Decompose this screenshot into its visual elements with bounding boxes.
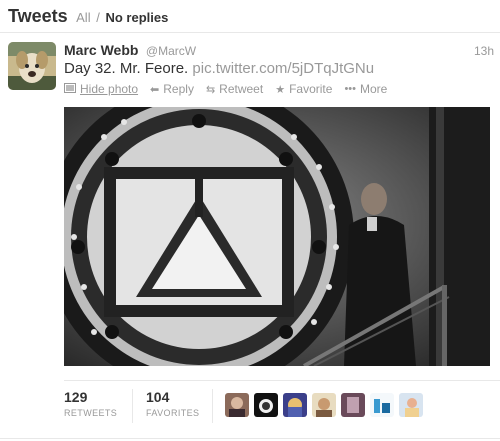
- tweet-photo-link[interactable]: pic.twitter.com/5jDTqJtGNu: [192, 60, 374, 77]
- page-title: Tweets: [8, 6, 68, 26]
- favorite-label: Favorite: [289, 82, 333, 96]
- more-button[interactable]: ••• More: [344, 82, 387, 96]
- reply-label: Reply: [163, 82, 194, 96]
- favoriter-avatar[interactable]: [254, 393, 278, 417]
- retweets-count: 129: [64, 389, 88, 405]
- favoriters-list: [225, 393, 428, 417]
- filter-no-replies[interactable]: No replies: [105, 10, 168, 25]
- filter-separator: /: [96, 10, 100, 25]
- hide-photo-button[interactable]: Hide photo: [64, 82, 138, 96]
- more-dots-icon: •••: [344, 83, 356, 95]
- timeline-header: Tweets All / No replies: [0, 0, 500, 33]
- favoriter-avatar[interactable]: [283, 393, 307, 417]
- tweet-photo[interactable]: [64, 107, 490, 366]
- retweets-stat[interactable]: 129 RETWEETS: [64, 389, 117, 418]
- author-avatar[interactable]: [8, 42, 56, 90]
- favoriter-avatar[interactable]: [312, 393, 336, 417]
- more-label: More: [360, 82, 388, 96]
- tweet-filters: All / No replies: [76, 10, 168, 25]
- author-name[interactable]: Marc Webb: [64, 42, 138, 58]
- photo-icon: [64, 82, 76, 96]
- retweet-button[interactable]: ⇆ Retweet: [206, 82, 263, 96]
- favoriter-avatar[interactable]: [341, 393, 365, 417]
- favorites-count: 104: [146, 389, 170, 405]
- favorite-button[interactable]: ★ Favorite: [275, 82, 332, 96]
- stats-divider: [212, 389, 213, 423]
- favorites-label: FAVORITES: [146, 408, 200, 418]
- tweet-actions: Hide photo ⬅ Reply ⇆ Retweet ★ Favorite …: [64, 81, 399, 97]
- stats-divider: [132, 389, 133, 423]
- retweet-icon: ⇆: [205, 83, 216, 96]
- favoriter-avatar[interactable]: [399, 393, 423, 417]
- retweet-label: Retweet: [219, 82, 264, 96]
- favorites-stat[interactable]: 104 FAVORITES: [146, 389, 199, 418]
- tweet-text: Day 32. Mr. Feore. pic.twitter.com/5jDTq…: [64, 60, 374, 77]
- favoriter-avatar[interactable]: [370, 393, 394, 417]
- reply-icon: ⬅: [150, 83, 160, 96]
- tweet-timestamp[interactable]: 13h: [474, 44, 494, 58]
- author-handle[interactable]: @MarcW: [146, 44, 196, 58]
- favoriter-avatar[interactable]: [225, 393, 249, 417]
- tweet-header: Marc Webb @MarcW 13h: [64, 42, 494, 60]
- hide-photo-label: Hide photo: [80, 82, 139, 96]
- tweet-stats: 129 RETWEETS 104 FAVORITES: [64, 380, 500, 430]
- tweet-bottom-border: [0, 438, 500, 439]
- tweet-body: Day 32. Mr. Feore.: [64, 60, 189, 77]
- filter-all-link[interactable]: All: [76, 10, 90, 25]
- retweets-label: RETWEETS: [64, 408, 118, 418]
- star-icon: ★: [275, 83, 286, 96]
- reply-button[interactable]: ⬅ Reply: [150, 82, 194, 96]
